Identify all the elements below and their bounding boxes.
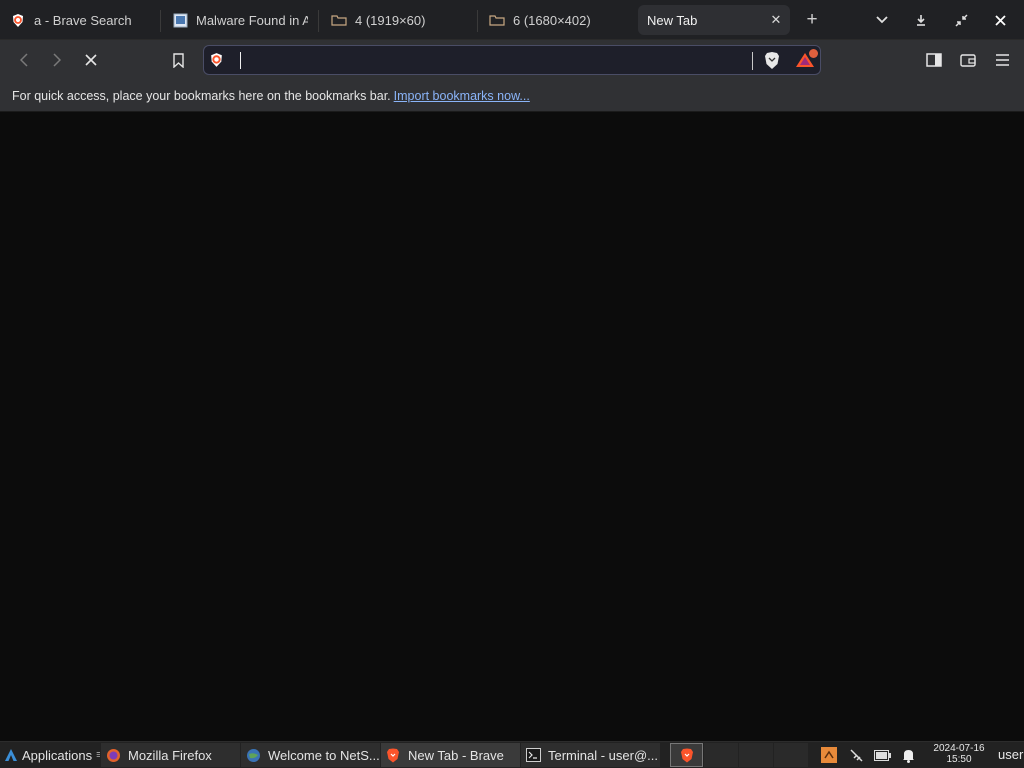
taskbar-item-label: Terminal - user@... xyxy=(548,747,658,763)
firefox-icon xyxy=(105,747,121,763)
download-icon xyxy=(917,15,925,26)
taskbar-item-terminal[interactable]: Terminal - user@... xyxy=(521,743,660,767)
brave-shields-button[interactable] xyxy=(763,51,781,73)
tab-strip: a - Brave Search Malware Found in A 4 (1… xyxy=(0,0,1024,40)
image-file-icon xyxy=(331,12,347,28)
update-icon xyxy=(820,747,837,763)
back-button[interactable] xyxy=(14,50,34,70)
taskbar-item-label: Mozilla Firefox xyxy=(128,747,212,763)
image-file-icon xyxy=(489,12,505,28)
address-bar[interactable] xyxy=(203,45,821,75)
tray-battery[interactable] xyxy=(873,743,891,767)
workspace-3[interactable] xyxy=(739,743,773,767)
taskbar-item-brave[interactable]: New Tab - Brave xyxy=(381,743,520,767)
image-page-icon xyxy=(172,12,188,28)
tab-brave-search[interactable]: a - Brave Search xyxy=(10,5,150,35)
clock-date: 2024-07-16 xyxy=(933,743,985,754)
text-caret xyxy=(240,52,241,69)
hamburger-icon xyxy=(995,54,1009,66)
chevron-left-icon xyxy=(20,53,28,67)
page-content[interactable] xyxy=(0,112,1024,741)
tab-separator xyxy=(160,10,161,32)
close-tab-button[interactable]: ✕ xyxy=(766,10,786,30)
menu-icon: ≡ xyxy=(96,749,100,761)
bookmarks-bar-message: For quick access, place your bookmarks h… xyxy=(12,88,391,103)
workspace-brave-thumbnail[interactable] xyxy=(670,743,703,767)
restore-window-button[interactable] xyxy=(951,10,971,30)
sidebar-toggle-button[interactable] xyxy=(924,50,944,70)
notification-badge xyxy=(809,49,818,58)
main-menu-button[interactable] xyxy=(992,50,1012,70)
chevron-right-icon xyxy=(53,53,61,67)
wallet-button[interactable] xyxy=(958,50,978,70)
new-tab-button[interactable]: + xyxy=(802,9,822,30)
bell-icon xyxy=(902,749,914,763)
network-off-icon xyxy=(849,748,863,762)
brave-search-icon xyxy=(10,12,26,28)
address-input[interactable] xyxy=(236,50,710,72)
user-menu[interactable]: user xyxy=(998,747,1023,762)
tab-label: Malware Found in A xyxy=(196,12,308,28)
tab-separator xyxy=(477,10,478,32)
tab-label: New Tab xyxy=(647,12,698,28)
tab-label: a - Brave Search xyxy=(34,12,132,28)
terminal-icon xyxy=(525,747,541,763)
distro-logo-icon xyxy=(3,747,19,763)
import-bookmarks-link[interactable]: Import bookmarks now... xyxy=(394,89,530,103)
tray-notifications[interactable] xyxy=(899,743,917,767)
chevron-down-icon xyxy=(876,16,888,24)
taskbar-item-firefox[interactable]: Mozilla Firefox xyxy=(101,743,240,767)
download-window-button[interactable] xyxy=(911,10,931,30)
brave-shield-icon xyxy=(765,52,779,69)
tray-updates[interactable] xyxy=(820,743,837,767)
tab-image-6[interactable]: 6 (1680×402) xyxy=(489,5,629,35)
taskbar-item-netsurf[interactable]: Welcome to NetS... xyxy=(241,743,380,767)
tab-malware-article[interactable]: Malware Found in A xyxy=(172,5,308,35)
workspace-2[interactable] xyxy=(704,743,738,767)
globe-icon xyxy=(245,747,261,763)
tab-label: 4 (1919×60) xyxy=(355,12,426,28)
taskbar-item-label: New Tab - Brave xyxy=(408,747,504,763)
applications-label: Applications xyxy=(22,747,93,763)
brave-icon xyxy=(680,748,693,762)
wallet-icon xyxy=(960,54,976,67)
clock[interactable]: 2024-07-16 15:50 xyxy=(928,743,990,765)
close-icon xyxy=(994,14,1006,26)
tab-image-4[interactable]: 4 (1919×60) xyxy=(331,5,471,35)
close-icon xyxy=(85,54,97,66)
navigation-toolbar xyxy=(0,40,1024,80)
workspace-4[interactable] xyxy=(774,743,808,767)
applications-menu-button[interactable]: Applications ≡ xyxy=(0,743,100,767)
taskbar: Applications ≡ Mozilla Firefox Welcome t… xyxy=(0,741,1024,768)
minimize-icon xyxy=(954,13,968,27)
tab-label: 6 (1680×402) xyxy=(513,12,591,28)
close-window-button[interactable] xyxy=(990,10,1010,30)
forward-button[interactable] xyxy=(47,50,67,70)
tray-network[interactable] xyxy=(847,743,865,767)
brave-search-icon xyxy=(209,52,224,71)
bookmarks-bar: For quick access, place your bookmarks h… xyxy=(0,80,1024,112)
battery-icon xyxy=(873,749,891,761)
stop-loading-button[interactable] xyxy=(81,50,101,70)
bookmark-page-button[interactable] xyxy=(168,50,188,70)
tab-new-tab[interactable]: New Tab ✕ xyxy=(638,5,790,35)
bookmark-icon xyxy=(172,52,184,68)
sidebar-icon xyxy=(926,53,942,67)
tab-search-button[interactable] xyxy=(872,10,892,30)
taskbar-item-label: Welcome to NetS... xyxy=(268,747,380,763)
omnibox-divider xyxy=(752,52,753,70)
brave-icon xyxy=(385,747,401,763)
tab-separator xyxy=(318,10,319,32)
clock-time: 15:50 xyxy=(946,754,972,765)
